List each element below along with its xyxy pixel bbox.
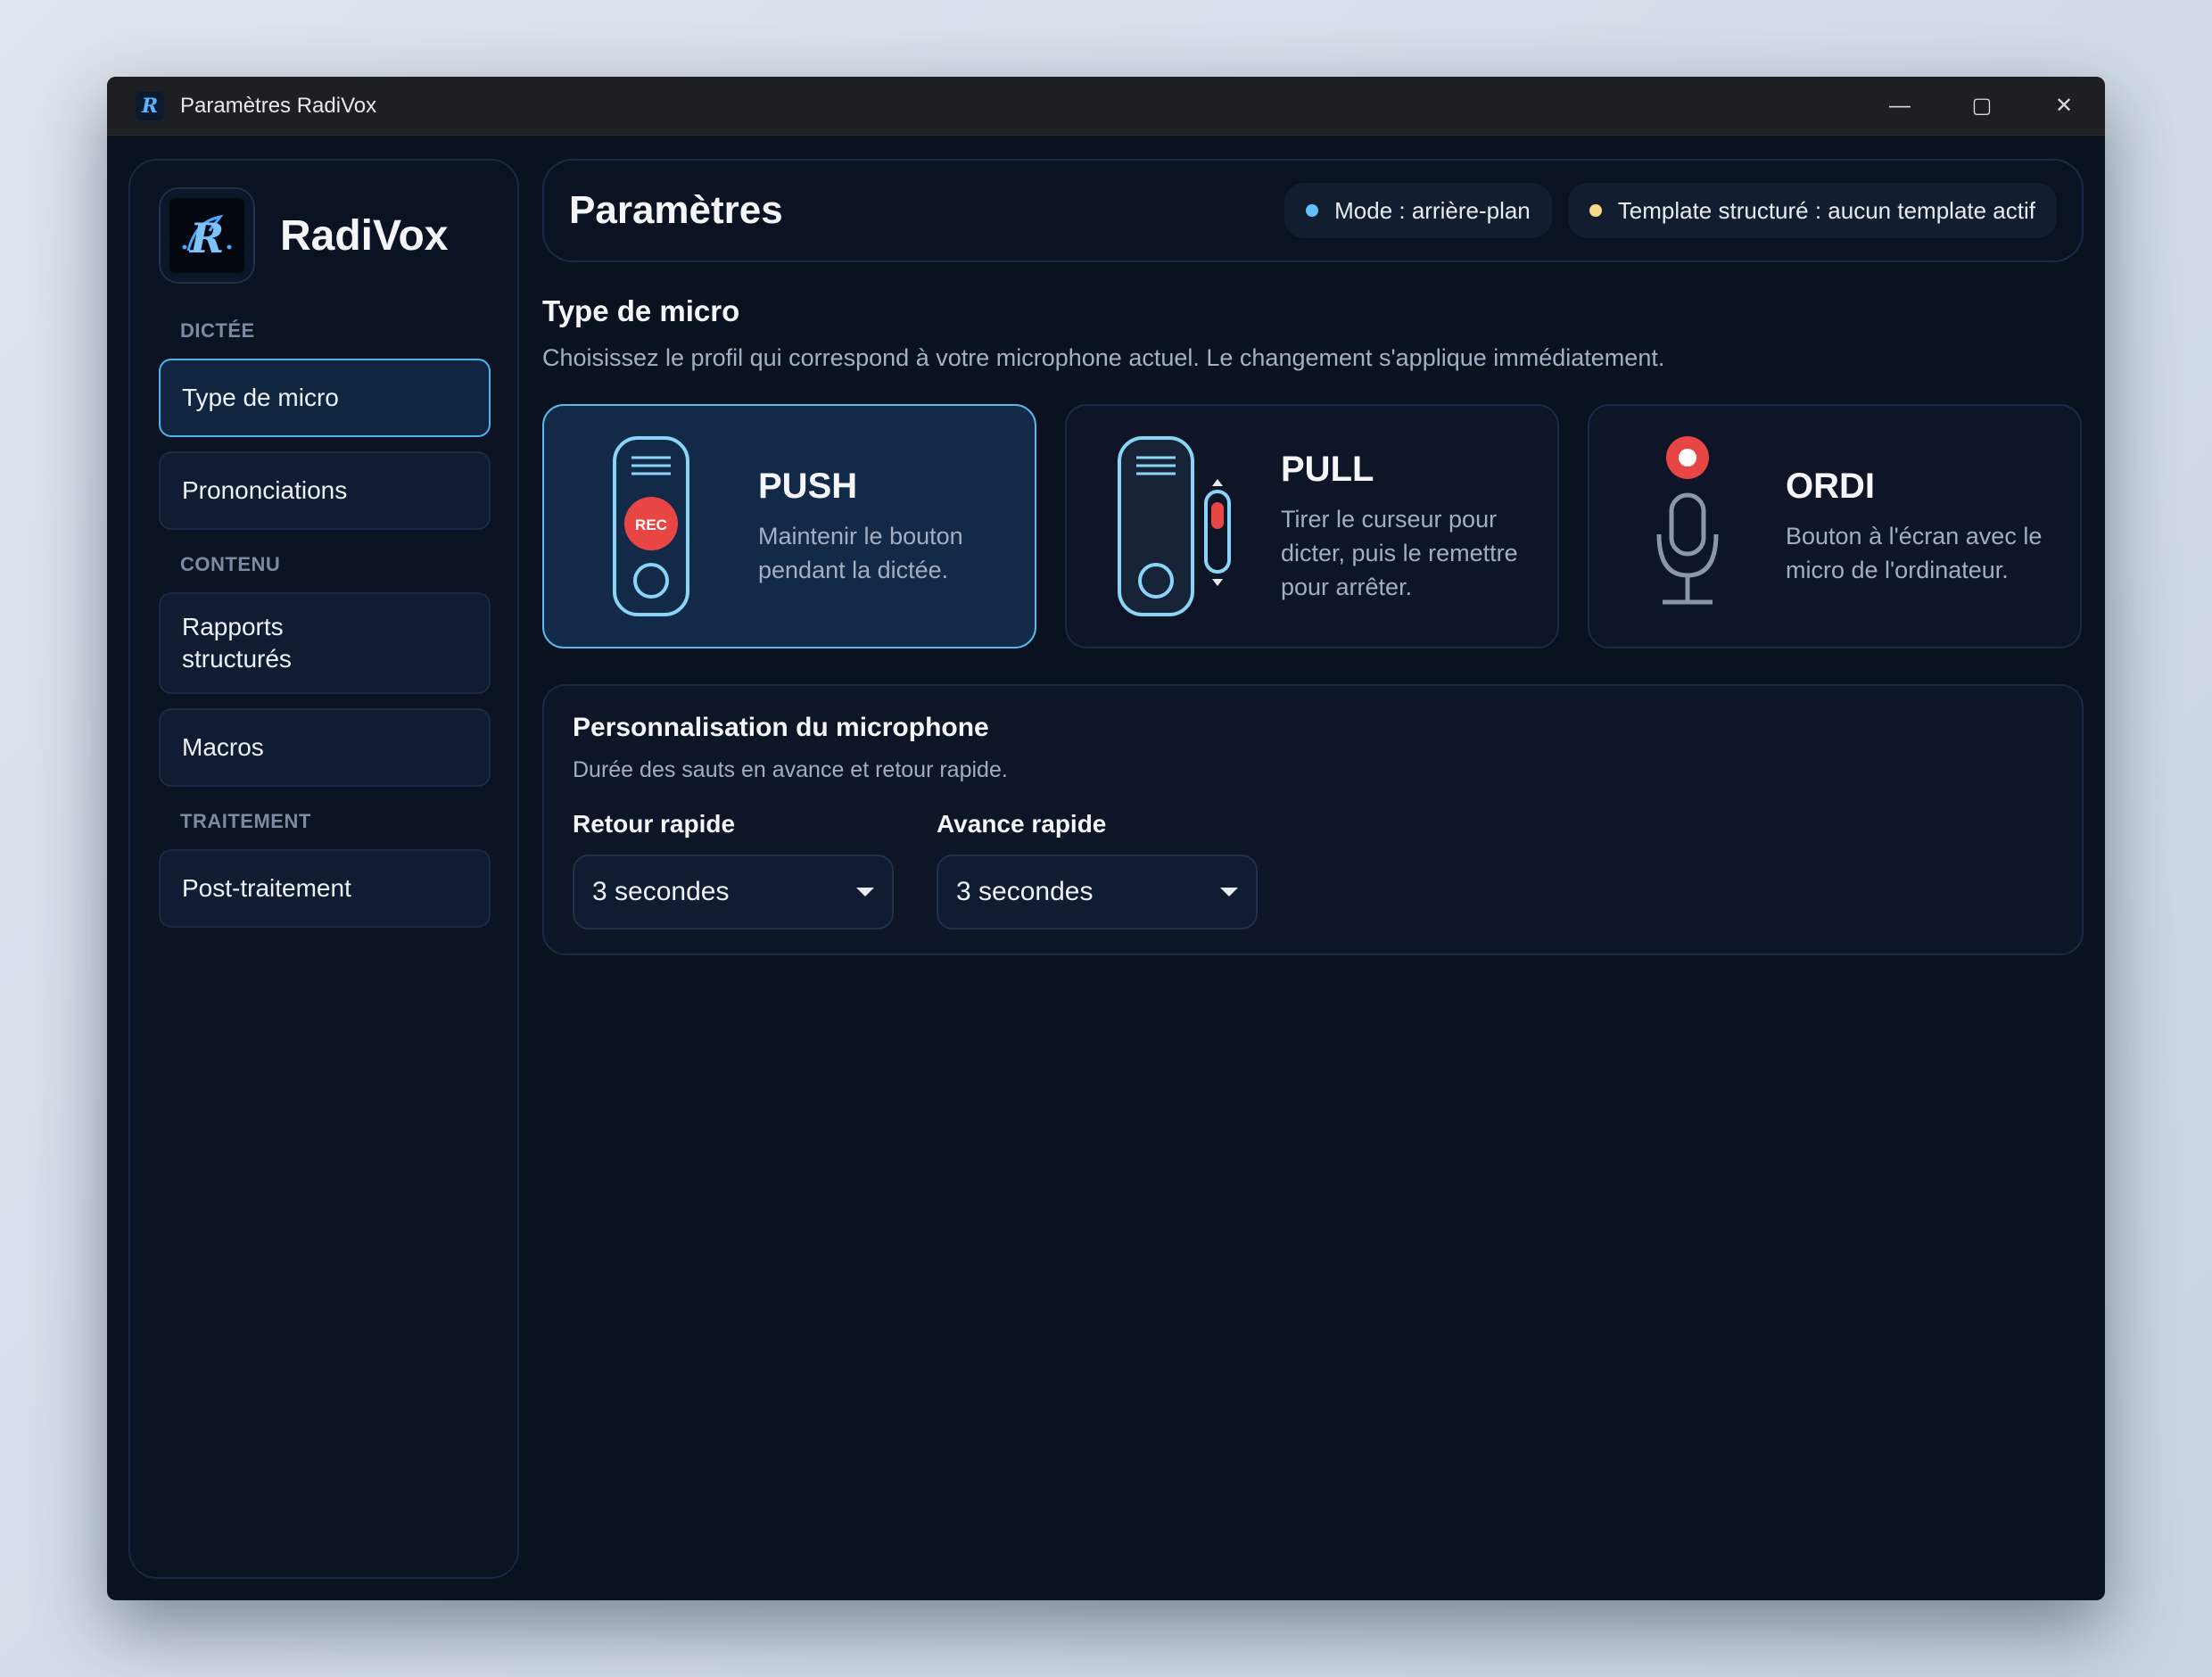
- template-status-badge: Template structuré : aucun template acti…: [1567, 183, 2057, 238]
- micro-section-title: Type de micro: [542, 294, 740, 327]
- rewind-field: Retour rapide 3 secondes: [573, 810, 894, 929]
- card-title: PUSH: [758, 466, 858, 506]
- maximize-button[interactable]: ▢: [1941, 77, 2023, 135]
- fast-forward-field: Avance rapide 3 secondes: [937, 810, 1258, 929]
- micro-card-ordi[interactable]: ORDI Bouton à l'écran avec le micro de l…: [1588, 404, 2082, 648]
- micro-section-description: Choisissez le profil qui correspond à vo…: [542, 344, 1665, 371]
- fast-forward-select[interactable]: 3 secondes: [937, 855, 1258, 929]
- customization-description: Durée des sauts en avance et retour rapi…: [573, 757, 1008, 782]
- close-button[interactable]: ✕: [2023, 77, 2105, 135]
- status-pills: Mode : arrière-plan Template structuré :…: [1284, 183, 2057, 238]
- card-text: PULL Tirer le curseur pour dicter, puis …: [1281, 450, 1539, 604]
- sidebar-item-rapports-structures[interactable]: Rapports structurés: [159, 592, 491, 694]
- card-description: Maintenir le bouton pendant la dictée.: [758, 522, 963, 583]
- micro-card-pull[interactable]: PULL Tirer le curseur pour dicter, puis …: [1065, 404, 1559, 648]
- sidebar-item-label: Rapports structurés: [182, 613, 292, 673]
- window-controls: — ▢ ✕: [1859, 77, 2105, 135]
- customization-title: Personnalisation du microphone: [573, 713, 989, 742]
- sidebar-item-label: Prononciations: [182, 476, 348, 504]
- rewind-select[interactable]: 3 secondes: [573, 855, 894, 929]
- microphone-customization-panel: Personnalisation du microphone Durée des…: [542, 684, 2084, 955]
- status-dot-icon: [1589, 204, 1602, 217]
- fast-forward-label: Avance rapide: [937, 810, 1107, 838]
- page-title: Paramètres: [569, 188, 783, 232]
- sidebar-item-type-de-micro[interactable]: Type de micro: [159, 359, 491, 437]
- window-title: Paramètres RadiVox: [180, 93, 377, 118]
- brand-logo: R: [159, 187, 255, 284]
- mode-status-badge: Mode : arrière-plan: [1284, 183, 1552, 238]
- rewind-label: Retour rapide: [573, 810, 736, 838]
- page-header: Paramètres Mode : arrière-plan Template …: [542, 159, 2084, 262]
- main-content: Paramètres Mode : arrière-plan Template …: [542, 159, 2084, 955]
- settings-window: R Paramètres RadiVox — ▢ ✕ R RadiVox DIC…: [107, 77, 2105, 1600]
- app-logo-icon: R: [136, 91, 164, 120]
- sidebar-section-traitement: TRAITEMENT: [180, 810, 311, 832]
- svg-text:R: R: [188, 214, 224, 262]
- card-text: PUSH Maintenir le bouton pendant la dict…: [758, 467, 1017, 587]
- sidebar-section-contenu: CONTENU: [180, 553, 281, 575]
- card-description: Tirer le curseur pour dicter, puis le re…: [1281, 505, 1518, 600]
- micro-type-cards: REC PUSH Maintenir le bouton pendant la …: [542, 404, 2084, 648]
- status-dot-icon: [1306, 204, 1319, 217]
- card-text: ORDI Bouton à l'écran avec le micro de l…: [1786, 467, 2062, 587]
- fast-forward-select-value: 3 secondes: [956, 877, 1094, 906]
- brand: R RadiVox: [130, 161, 517, 284]
- microphone-icon: [1589, 406, 1786, 647]
- template-status-text: Template structuré : aucun template acti…: [1617, 196, 2035, 224]
- sidebar-item-label: Type de micro: [182, 384, 339, 411]
- minimize-button[interactable]: —: [1859, 77, 1941, 135]
- pull-device-icon: [1067, 406, 1281, 647]
- sidebar-item-macros[interactable]: Macros: [159, 708, 491, 787]
- micro-card-push[interactable]: REC PUSH Maintenir le bouton pendant la …: [542, 404, 1036, 648]
- rewind-select-value: 3 secondes: [592, 877, 730, 906]
- push-device-icon: REC: [544, 406, 758, 647]
- sidebar-section-dictee: DICTÉE: [180, 319, 255, 342]
- chevron-down-icon: [1220, 888, 1238, 896]
- sidebar-item-prononciations[interactable]: Prononciations: [159, 451, 491, 530]
- sidebar: R RadiVox DICTÉE Type de micro Prononcia…: [128, 159, 519, 1579]
- chevron-down-icon: [856, 888, 874, 896]
- card-title: PULL: [1281, 449, 1374, 489]
- sidebar-item-label: Macros: [182, 733, 264, 761]
- customization-fields: Retour rapide 3 secondes Avance rapide 3…: [573, 810, 2053, 929]
- card-title: ORDI: [1786, 466, 1875, 506]
- title-bar: R Paramètres RadiVox — ▢ ✕: [107, 77, 2105, 136]
- brand-name: RadiVox: [280, 211, 449, 260]
- sidebar-item-post-traitement[interactable]: Post-traitement: [159, 849, 491, 928]
- mode-status-text: Mode : arrière-plan: [1334, 196, 1531, 224]
- card-description: Bouton à l'écran avec le micro de l'ordi…: [1786, 522, 2043, 583]
- rec-badge: REC: [635, 516, 667, 533]
- sidebar-item-label: Post-traitement: [182, 874, 351, 902]
- radivox-logo-icon: R: [169, 198, 244, 273]
